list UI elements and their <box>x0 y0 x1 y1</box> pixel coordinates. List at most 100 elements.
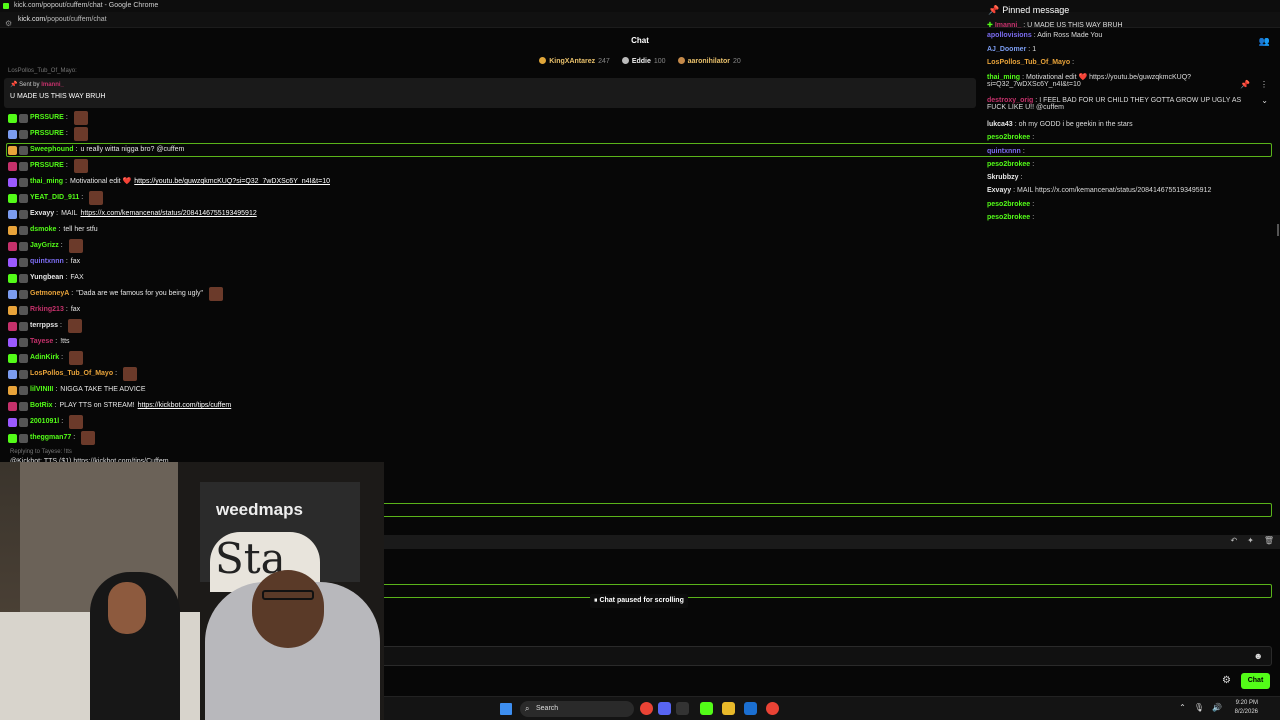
chat-message[interactable]: AdinKirk: <box>8 350 84 366</box>
pinned-panel-message[interactable]: peso2brokee: <box>987 134 1034 141</box>
chat-username[interactable]: quintxnnn <box>30 254 64 270</box>
chat-username[interactable]: peso2brokee <box>987 134 1030 141</box>
chat-username[interactable]: PRSSURE <box>30 158 64 174</box>
pin-message-icon[interactable]: ✦ <box>1247 536 1254 545</box>
chat-username[interactable]: lukca43 <box>987 121 1013 128</box>
chat-message[interactable]: PRSSURE: <box>8 158 88 174</box>
pinned-panel-message[interactable]: Exvayy: MAIL https://x.com/kemancenat/st… <box>987 187 1211 194</box>
chat-message[interactable]: theggman77: <box>8 430 96 446</box>
chat-message[interactable]: GetmoneyA: "Dada are we famous for you be… <box>8 286 224 302</box>
chat-username[interactable]: peso2brokee <box>987 201 1030 208</box>
chrome-icon[interactable] <box>766 702 779 715</box>
gifter-1[interactable]: KingXAntarez 247 <box>539 56 610 68</box>
pin-icon[interactable]: 📌 <box>1240 80 1250 89</box>
chat-message[interactable]: PRSSURE: <box>8 126 88 142</box>
chat-username[interactable]: destroxy_orig <box>987 97 1033 104</box>
chat-username[interactable]: Tayese <box>30 334 53 350</box>
pinned-panel-message[interactable]: lukca43: oh my GODD i be geekin in the s… <box>987 121 1133 128</box>
chat-username[interactable]: Exvayy <box>987 187 1011 194</box>
chrome-icon[interactable] <box>640 702 653 715</box>
chat-message[interactable]: Yungbean: FAX <box>8 270 87 286</box>
chat-username[interactable]: Rrking213 <box>30 302 64 318</box>
chat-message[interactable]: Sweephound: u really witta nigga bro? @cu… <box>8 142 187 158</box>
chat-message[interactable]: Tayese: !tts <box>8 334 73 350</box>
chat-username[interactable]: GetmoneyA <box>30 286 69 302</box>
app-icon[interactable] <box>676 702 689 715</box>
pinned-panel-message[interactable]: AJ_Doomer: 1 <box>987 46 1036 53</box>
chat-message[interactable]: Exvayy: MAIL https://x.com/kemancenat/stat… <box>8 206 257 222</box>
chat-paused-banner[interactable]: ⏸ Chat paused for scrolling <box>590 594 688 608</box>
file-explorer-icon[interactable] <box>722 702 735 715</box>
chat-username[interactable]: Exvayy <box>30 206 54 222</box>
pinned-sender[interactable]: Imanni_ <box>41 82 64 88</box>
chat-message[interactable]: YEAT_DID_911: <box>8 190 104 206</box>
chat-username[interactable]: Sweephound <box>30 142 74 158</box>
chat-username[interactable]: thai_ming <box>30 174 63 190</box>
chat-username[interactable]: AdinKirk <box>30 350 59 366</box>
chat-username[interactable]: JayGrizz <box>30 238 59 254</box>
taskbar-search[interactable]: ⌕ Search <box>520 701 634 717</box>
settings-gear-icon[interactable]: ⚙ <box>1222 675 1231 686</box>
pinned-panel-message[interactable]: peso2brokee: <box>987 214 1034 221</box>
taskbar-clock[interactable]: 9:20 PM 8/2/2026 <box>1235 699 1258 717</box>
send-chat-button[interactable]: Chat <box>1241 673 1270 689</box>
chat-link[interactable]: https://youtu.be/guwzqkmcKUQ?si=Q32_7wDX… <box>134 174 330 190</box>
chat-username[interactable]: 2001091l <box>30 414 59 430</box>
pinned-panel-message[interactable]: quintxnnn: <box>987 148 1025 155</box>
chat-username[interactable]: BotRix <box>30 398 53 414</box>
volume-icon[interactable]: 🔊 <box>1212 703 1222 712</box>
chat-username[interactable]: PRSSURE <box>30 110 64 126</box>
chat-username[interactable]: terrppss <box>30 318 58 334</box>
kick-app-icon[interactable] <box>700 702 713 715</box>
pinned-panel-message[interactable]: apollovisions: Adin Ross Made You <box>987 32 1102 39</box>
steam-icon[interactable] <box>744 702 757 715</box>
mic-icon[interactable]: 🎙 <box>1194 703 1204 712</box>
chat-message[interactable]: quintxnnn: fax <box>8 254 83 270</box>
pinned-panel-message[interactable]: destroxy_orig: I FEEL BAD FOR UR CHILD T… <box>987 97 1257 111</box>
chat-message[interactable]: Rrking213: fax <box>8 302 83 318</box>
chat-username[interactable]: peso2brokee <box>987 214 1030 221</box>
chat-username[interactable]: AJ_Doomer <box>987 46 1026 53</box>
pinned-panel-message[interactable]: peso2brokee: <box>987 201 1034 208</box>
chat-message[interactable]: dsmoke: tell her stfu <box>8 222 101 238</box>
chat-username[interactable]: Yungbean <box>30 270 63 286</box>
chat-username[interactable]: lilVINIII <box>30 382 53 398</box>
chat-message[interactable]: 2001091l: <box>8 414 84 430</box>
chat-message[interactable]: terrppss: <box>8 318 82 334</box>
gifter-2[interactable]: Eddie 100 <box>621 56 666 68</box>
gifter-3[interactable]: aaronihilator 20 <box>677 56 741 68</box>
chat-username[interactable]: LosPollos_Tub_Of_Mayo <box>987 59 1070 66</box>
pinned-panel-message[interactable]: Skrubbzy: <box>987 174 1022 181</box>
chat-message[interactable]: thai_ming: Motivational edit ❤️ https://yo… <box>8 174 330 190</box>
delete-icon[interactable]: 🗑 <box>1264 536 1274 545</box>
reply-icon[interactable]: ↶ <box>1230 536 1237 545</box>
pinned-panel-message[interactable]: peso2brokee: <box>987 161 1034 168</box>
chat-message[interactable]: BotRix: PLAY TTS on STREAM! https://kickbo… <box>8 398 231 414</box>
discord-icon[interactable] <box>658 702 671 715</box>
chat-username[interactable]: YEAT_DID_911 <box>30 190 79 206</box>
chat-username[interactable]: LosPollos_Tub_Of_Mayo <box>30 366 113 382</box>
chat-username[interactable]: theggman77 <box>30 430 71 446</box>
emoji-icon[interactable]: ☻ <box>1254 651 1263 661</box>
chat-link[interactable]: https://kickbot.com/tips/cuffem <box>138 398 232 414</box>
pinned-message-banner[interactable]: 📌 Sent by Imanni_ U MADE US THIS WAY BRU… <box>4 78 976 108</box>
chat-username[interactable]: thai_ming <box>987 74 1020 81</box>
chat-message[interactable]: PRSSURE: <box>8 110 88 126</box>
chat-username[interactable]: quintxnnn <box>987 148 1021 155</box>
chat-message[interactable]: lilVINIII: NIGGA TAKE THE ADVICE <box>8 382 149 398</box>
chat-message[interactable]: JayGrizz: <box>8 238 83 254</box>
chat-username[interactable]: Skrubbzy <box>987 174 1019 181</box>
windows-start-icon[interactable] <box>500 703 512 715</box>
pinned-panel-message[interactable]: LosPollos_Tub_Of_Mayo: <box>987 59 1074 66</box>
chat-link[interactable]: https://x.com/kemancenat/status/20841467… <box>80 206 256 222</box>
pinned-panel-message[interactable]: thai_ming: Motivational edit ❤️ https://… <box>987 73 1257 88</box>
chat-username[interactable]: dsmoke <box>30 222 56 238</box>
chat-username[interactable]: peso2brokee <box>987 161 1030 168</box>
more-options-icon[interactable]: ⋮ <box>1260 80 1268 89</box>
chevron-down-icon[interactable]: ⌄ <box>1261 96 1268 105</box>
chat-username[interactable]: apollovisions <box>987 32 1032 39</box>
chat-username[interactable]: PRSSURE <box>30 126 64 142</box>
chat-message[interactable]: LosPollos_Tub_Of_Mayo: <box>8 366 138 382</box>
scrollbar-thumb[interactable] <box>1277 224 1279 236</box>
chevron-up-icon[interactable]: ⌃ <box>1179 703 1186 712</box>
